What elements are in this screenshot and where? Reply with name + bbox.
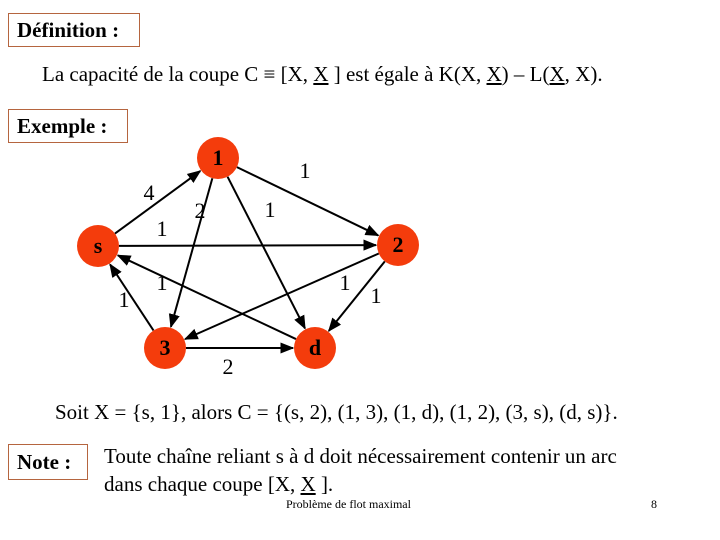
edge-2-3 bbox=[183, 252, 380, 341]
text-part: dans chaque coupe [X, bbox=[104, 472, 301, 496]
cut-statement: Soit X = {s, 1}, alors C = {(s, 2), (1, … bbox=[55, 400, 618, 424]
edge-d-s bbox=[116, 254, 297, 340]
edge-capacity-label: 4 bbox=[144, 180, 155, 205]
note-text-line1: Toute chaîne reliant s à d doit nécessai… bbox=[104, 444, 617, 468]
node-2: 2 bbox=[377, 224, 419, 266]
edge-capacity-label: 1 bbox=[157, 270, 168, 295]
edge-capacity-label: 1 bbox=[300, 158, 311, 183]
page-number: 8 bbox=[651, 497, 657, 511]
x-bar: X bbox=[300, 472, 316, 496]
edge-capacity-label: 1 bbox=[157, 216, 168, 241]
note-heading-box: Note : bbox=[8, 444, 88, 480]
note-heading: Note : bbox=[17, 449, 72, 474]
node-label: s bbox=[94, 233, 103, 258]
edge-3-s bbox=[109, 263, 155, 331]
edge-capacity-label: 2 bbox=[195, 198, 206, 223]
node-label: 1 bbox=[213, 145, 224, 170]
footer-title: Problème de flot maximal bbox=[286, 497, 411, 511]
node-label: d bbox=[309, 335, 321, 360]
node-s: s bbox=[77, 225, 119, 267]
edge-capacity-label: 1 bbox=[265, 197, 276, 222]
node-d: d bbox=[294, 327, 336, 369]
text-part: ]. bbox=[315, 472, 334, 496]
note-text-line2: dans chaque coupe [X, X ]. bbox=[104, 474, 333, 495]
edge-capacity-label: 1 bbox=[371, 283, 382, 308]
edge-capacity-label: 1 bbox=[340, 270, 351, 295]
edge-capacity-label: 1 bbox=[119, 287, 130, 312]
node-1: 1 bbox=[197, 137, 239, 179]
edge-s-2 bbox=[118, 239, 378, 251]
node-label: 3 bbox=[160, 335, 171, 360]
node-3: 3 bbox=[144, 327, 186, 369]
edge-1-3 bbox=[168, 177, 214, 329]
edge-capacity-label: 2 bbox=[223, 354, 234, 379]
node-label: 2 bbox=[393, 232, 404, 257]
